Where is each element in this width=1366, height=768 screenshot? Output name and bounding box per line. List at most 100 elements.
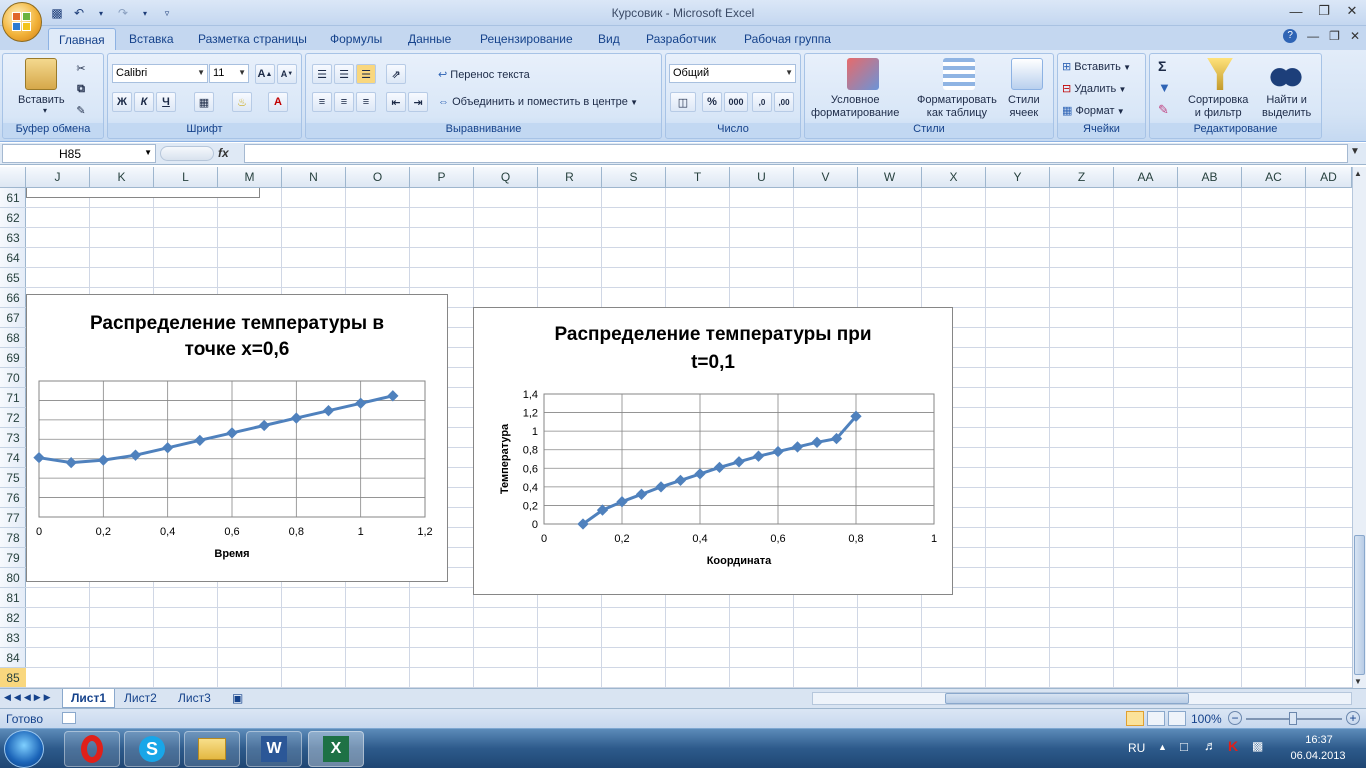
- row-header[interactable]: 65: [0, 268, 26, 288]
- name-box[interactable]: H85 ▼: [2, 144, 156, 163]
- paste-icon[interactable]: [25, 58, 57, 90]
- orientation-icon[interactable]: ⇗: [386, 64, 406, 84]
- conditional-formatting-icon[interactable]: [847, 58, 879, 90]
- shrink-font-icon[interactable]: A ▼: [277, 64, 297, 84]
- paste-dropdown-icon[interactable]: ▾: [43, 106, 47, 115]
- increase-decimal-icon[interactable]: ,0: [752, 92, 772, 112]
- column-header[interactable]: AB: [1178, 167, 1242, 188]
- word-taskbar-icon[interactable]: W: [246, 731, 302, 767]
- antivirus-icon[interactable]: K: [1228, 738, 1238, 754]
- row-header[interactable]: 73: [0, 428, 26, 448]
- column-header[interactable]: Q: [474, 167, 538, 188]
- row-header[interactable]: 79: [0, 548, 26, 568]
- column-header[interactable]: J: [26, 167, 90, 188]
- doc-restore-icon[interactable]: ❐: [1329, 29, 1340, 43]
- row-header[interactable]: 75: [0, 468, 26, 488]
- tab-page-layout[interactable]: Разметка страницы: [188, 28, 317, 50]
- column-header[interactable]: W: [858, 167, 922, 188]
- fill-icon[interactable]: ▼: [1158, 80, 1171, 95]
- align-bottom-icon[interactable]: ☰: [356, 64, 376, 84]
- chart-temp-at-time[interactable]: Распределение температуры при t=0,1 0 0,2…: [473, 307, 953, 595]
- skype-taskbar-icon[interactable]: S: [124, 731, 180, 767]
- clear-icon[interactable]: ✎: [1158, 102, 1169, 118]
- chart-temp-at-point[interactable]: Распределение температуры в точке x=0,6 …: [26, 294, 448, 582]
- align-right-icon[interactable]: ≡: [356, 92, 376, 112]
- row-header[interactable]: 72: [0, 408, 26, 428]
- redo-dropdown-icon[interactable]: ▾: [136, 4, 154, 22]
- column-header[interactable]: V: [794, 167, 858, 188]
- redo-icon[interactable]: ↷: [114, 4, 132, 22]
- sort-filter-icon[interactable]: [1207, 58, 1233, 90]
- italic-button[interactable]: К: [134, 92, 154, 112]
- volume-icon[interactable]: ♬: [1204, 738, 1217, 753]
- font-size-combo[interactable]: 11 ▼: [209, 64, 249, 83]
- explorer-taskbar-icon[interactable]: [184, 731, 240, 767]
- conditional-formatting-button[interactable]: Условное форматирование: [811, 94, 899, 120]
- minimize-icon[interactable]: —: [1282, 0, 1310, 22]
- row-header[interactable]: 82: [0, 608, 26, 628]
- column-header[interactable]: O: [346, 167, 410, 188]
- row-header[interactable]: 77: [0, 508, 26, 528]
- tab-insert[interactable]: Вставка: [119, 28, 184, 50]
- column-header[interactable]: R: [538, 167, 602, 188]
- undo-dropdown-icon[interactable]: ▾: [92, 4, 110, 22]
- horizontal-scrollbar[interactable]: [812, 692, 1352, 705]
- column-header[interactable]: Y: [986, 167, 1050, 188]
- underline-button[interactable]: Ч: [156, 92, 176, 112]
- language-indicator[interactable]: RU: [1128, 741, 1145, 755]
- row-header[interactable]: 66: [0, 288, 26, 308]
- network-icon[interactable]: ▩: [1252, 739, 1263, 753]
- grow-font-icon[interactable]: A ▲: [255, 64, 275, 84]
- format-cells-button[interactable]: ▦ Формат ▼: [1062, 104, 1125, 117]
- sheet-tab-1[interactable]: Лист1: [62, 689, 116, 708]
- column-header[interactable]: T: [666, 167, 730, 188]
- row-header[interactable]: 62: [0, 208, 26, 228]
- row-header[interactable]: 84: [0, 648, 26, 668]
- vertical-scroll-thumb[interactable]: [1354, 535, 1365, 675]
- find-select-icon[interactable]: [1270, 58, 1302, 90]
- cut-icon[interactable]: ✂: [71, 58, 91, 78]
- column-header[interactable]: S: [602, 167, 666, 188]
- start-button-icon[interactable]: [4, 730, 44, 768]
- column-header[interactable]: P: [410, 167, 474, 188]
- cell-styles-icon[interactable]: [1011, 58, 1043, 90]
- percent-button[interactable]: %: [702, 92, 722, 112]
- formula-input[interactable]: [244, 144, 1348, 163]
- sheet-tab-3[interactable]: Лист3: [170, 689, 219, 708]
- scroll-down-icon[interactable]: ▼: [1354, 677, 1362, 686]
- format-as-table-button[interactable]: Форматировать как таблицу: [917, 94, 997, 120]
- column-header[interactable]: N: [282, 167, 346, 188]
- restore-icon[interactable]: ❐: [1310, 0, 1338, 22]
- column-header[interactable]: L: [154, 167, 218, 188]
- fill-color-icon[interactable]: ♨: [232, 92, 252, 112]
- tab-home[interactable]: Главная: [48, 28, 116, 50]
- insert-cells-button[interactable]: ⊞ Вставить ▼: [1062, 60, 1131, 73]
- insert-sheet-icon[interactable]: ▣: [224, 689, 252, 708]
- zoom-in-icon[interactable]: +: [1346, 711, 1360, 725]
- sheet-tab-2[interactable]: Лист2: [116, 689, 165, 708]
- tab-data[interactable]: Данные: [398, 28, 461, 50]
- tab-formulas[interactable]: Формулы: [320, 28, 392, 50]
- customize-qat-icon[interactable]: ▿: [158, 4, 176, 22]
- column-header[interactable]: X: [922, 167, 986, 188]
- sheet-nav-icon[interactable]: ◀◀◀▶▶: [4, 692, 54, 703]
- currency-icon[interactable]: ◫: [670, 92, 696, 112]
- row-header[interactable]: 74: [0, 448, 26, 468]
- column-header[interactable]: U: [730, 167, 794, 188]
- office-button[interactable]: [2, 2, 42, 42]
- clock-date[interactable]: 06.04.2013: [1280, 750, 1356, 762]
- tray-device-icon[interactable]: □: [1180, 739, 1188, 754]
- help-icon[interactable]: ?: [1283, 29, 1298, 43]
- zoom-slider-thumb[interactable]: [1289, 712, 1297, 725]
- tab-workgroup[interactable]: Рабочая группа: [734, 28, 841, 50]
- copy-icon[interactable]: ⧉: [71, 79, 91, 99]
- page-break-view-icon[interactable]: [1168, 711, 1186, 726]
- select-all-corner[interactable]: [0, 167, 26, 188]
- zoom-level[interactable]: 100%: [1191, 712, 1222, 726]
- tab-review[interactable]: Рецензирование: [470, 28, 583, 50]
- row-header[interactable]: 85: [0, 668, 26, 688]
- tab-view[interactable]: Вид: [588, 28, 630, 50]
- row-header[interactable]: 69: [0, 348, 26, 368]
- borders-icon[interactable]: ▦: [194, 92, 214, 112]
- font-color-icon[interactable]: A: [268, 92, 288, 112]
